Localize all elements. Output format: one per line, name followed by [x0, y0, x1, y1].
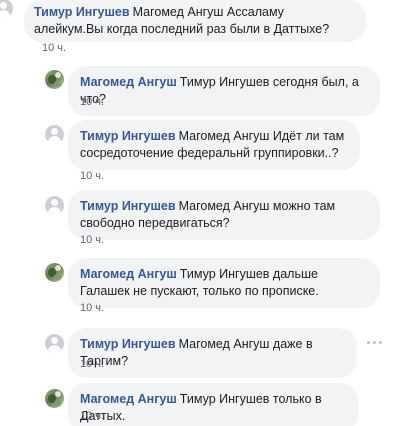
reply-timestamp[interactable]: 10 ч. — [80, 234, 104, 246]
reply-author-link[interactable]: Тимур Ингушев — [80, 129, 176, 143]
avatar[interactable] — [0, 0, 13, 18]
avatar[interactable] — [45, 334, 64, 353]
reply-author-link[interactable]: Магомед Ангуш — [80, 267, 177, 281]
reply-author-link[interactable]: Магомед Ангуш — [80, 75, 177, 89]
reply-author-link[interactable]: Тимур Ингушев — [80, 337, 176, 351]
avatar[interactable] — [45, 70, 64, 89]
avatar[interactable] — [45, 389, 64, 408]
reply-bubble: Магомед Ангуш Тимур Ингушев дальше Галаше… — [68, 258, 380, 308]
more-options-icon[interactable] — [364, 337, 384, 347]
reply-bubble: Магомед Ангуш Тимур Ингушев только в Датт… — [68, 383, 358, 426]
reply-author-link[interactable]: Тимур Ингушев — [80, 199, 176, 213]
comment-author-link[interactable]: Тимур Ингушев — [34, 5, 130, 19]
reply-timestamp[interactable]: 10 ч. — [80, 410, 104, 422]
reply-bubble: Тимур Ингушев Магомед Ангуш можно там сво… — [68, 190, 380, 240]
comment-bubble: Тимур Ингушев Магомед Ангуш Ассаламу алей… — [24, 0, 366, 42]
reply-timestamp[interactable]: 10 ч. — [80, 170, 104, 182]
avatar[interactable] — [45, 263, 64, 282]
reply-bubble: Магомед Ангуш Тимур Ингушев сегодня был, … — [68, 66, 380, 116]
reply-timestamp[interactable]: 10 ч. — [80, 302, 104, 314]
reply-bubble: Тимур Ингушев Магомед Ангуш даже в Таргим… — [68, 328, 357, 378]
reply-timestamp[interactable]: 10 ч. — [80, 96, 104, 108]
avatar[interactable] — [45, 125, 64, 144]
reply-timestamp[interactable]: 10 ч. — [80, 358, 104, 370]
reply-author-link[interactable]: Магомед Ангуш — [80, 392, 177, 406]
comment-timestamp[interactable]: 10 ч. — [42, 42, 66, 54]
avatar[interactable] — [45, 196, 64, 215]
reply-bubble: Тимур Ингушев Магомед Ангуш Идёт ли там с… — [68, 120, 360, 170]
